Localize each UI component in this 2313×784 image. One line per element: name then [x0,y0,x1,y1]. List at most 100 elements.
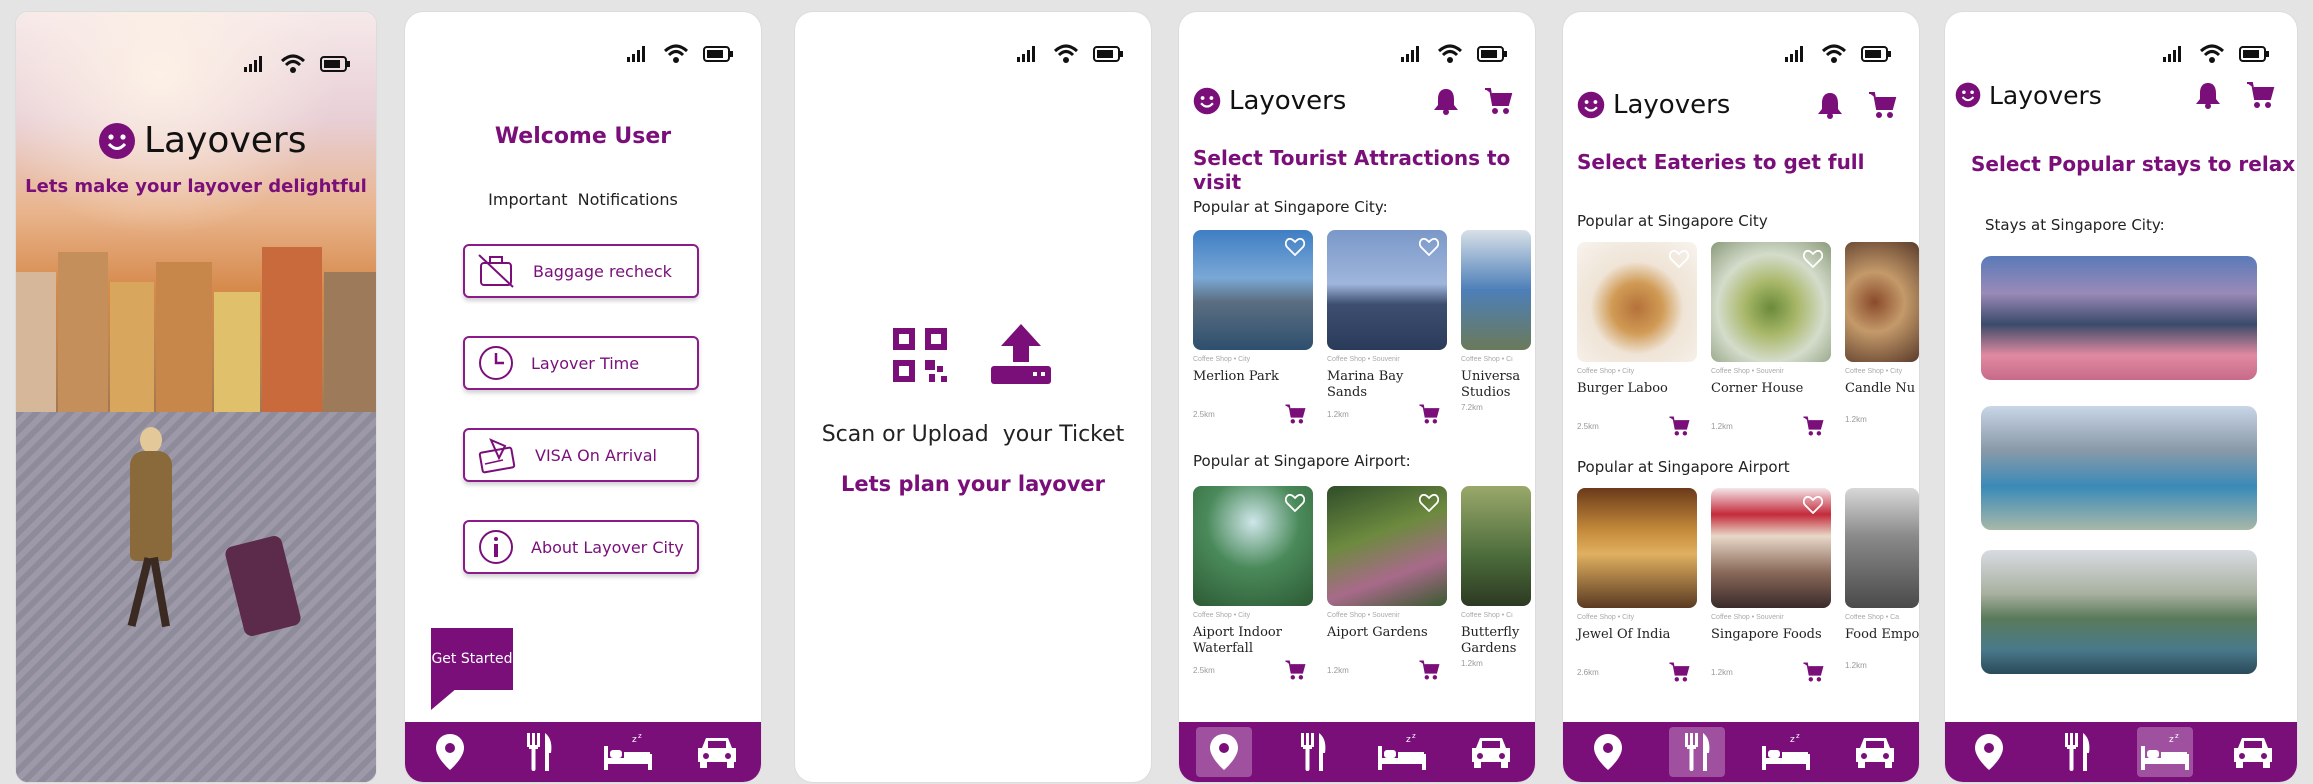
attraction-card[interactable]: Coffee Shop • City Aiport Indoor Waterfa… [1193,486,1313,681]
stay-card-infinity-pool[interactable] [1981,406,2257,530]
nav-transport[interactable] [1847,727,1903,777]
card-distance: 2.5km [1193,409,1215,419]
card-distance: 2.6km [1577,667,1599,677]
nav-stays[interactable]: zz [1758,727,1814,777]
fork-knife-icon [526,733,551,771]
battery-icon [1477,46,1507,62]
qr-scan-button[interactable] [891,326,951,391]
merlion-park-image [1193,230,1313,350]
plan-layover-cta[interactable]: Lets plan your layover [795,472,1151,496]
bell-icon[interactable] [1815,90,1845,120]
bell-icon[interactable] [1431,86,1461,116]
eatery-card[interactable]: Coffee Shop • City Burger Laboo 2.5km [1577,242,1697,437]
nav-eateries[interactable] [1668,727,1725,777]
card-distance: 1.2km [1845,661,1867,670]
app-name: Layovers [1229,86,1347,116]
add-to-cart-icon[interactable] [1283,659,1307,681]
heart-icon[interactable] [1803,496,1823,514]
nav-attractions[interactable] [1195,727,1252,777]
fork-knife-icon [2065,733,2090,771]
bell-icon[interactable] [2193,80,2223,110]
car-icon [2234,738,2272,768]
signal-icon [1785,46,1803,62]
card-meta: Coffee Shop • City [1193,356,1251,363]
svg-text:z: z [1790,735,1795,745]
section-city-heading: Stays at Singapore City: [1985,216,2165,234]
city-eateries-row: Coffee Shop • City Burger Laboo 2.5km Co… [1577,242,1919,437]
attraction-card[interactable]: Coffee Shop • Ci Universa Studios 7.2km [1461,230,1531,425]
bed-icon: zz [603,732,652,770]
nav-eateries[interactable] [2049,727,2105,777]
nav-transport[interactable] [689,727,745,777]
eatery-card[interactable]: Coffee Shop • City Candle Nu 1.2km [1845,242,1919,437]
heart-icon[interactable] [1669,250,1689,268]
add-to-cart-icon[interactable] [1417,403,1441,425]
cart-icon[interactable] [1483,86,1513,116]
card-meta: Coffee Shop • City [1577,368,1635,375]
card-title: Merlion Park [1193,369,1279,384]
add-to-cart-icon[interactable] [1417,659,1441,681]
attraction-card[interactable]: Coffee Shop • Souvenir Aiport Gardens 1.… [1327,486,1447,681]
add-to-cart-icon[interactable] [1667,415,1691,437]
nav-attractions[interactable] [1580,727,1636,777]
burger-image [1577,242,1697,362]
signal-icon [244,56,262,72]
header-actions [1431,86,1513,116]
visa-on-arrival-button[interactable]: VISA On Arrival [463,428,699,482]
heart-icon[interactable] [1285,494,1305,512]
svg-text:z: z [2169,735,2174,745]
attraction-card[interactable]: Coffee Shop • Souvenir Marina Bay Sands … [1327,230,1447,425]
nav-attractions[interactable] [422,727,478,777]
get-started-button[interactable]: Get Started [431,628,513,690]
add-to-cart-icon[interactable] [1283,403,1307,425]
status-bar [2163,44,2269,64]
attraction-card[interactable]: Coffee Shop • Ci Butterfly Gardens 1.2km [1461,486,1531,681]
layover-time-button[interactable]: Layover Time [463,336,699,390]
heart-icon[interactable] [1285,238,1305,256]
card-title: Marina Bay Sands [1327,369,1404,400]
attractions-screen: Layovers Select Tourist Attractions to v… [1179,12,1535,782]
visa-icon [478,438,516,474]
location-pin-icon [1209,734,1238,770]
heart-icon[interactable] [1803,250,1823,268]
smiley-logo-icon [1955,82,1981,108]
heart-icon[interactable] [1419,494,1439,512]
nav-stays[interactable]: zz [600,727,656,777]
cart-icon[interactable] [1867,90,1897,120]
eatery-card[interactable]: Coffee Shop • Souvenir Corner House 1.2k… [1711,242,1831,437]
cart-icon[interactable] [2245,80,2275,110]
bottom-nav: zz [1179,722,1535,782]
card-title: Candle Nu [1845,381,1916,396]
clock-icon [479,346,513,380]
nav-transport[interactable] [1463,727,1519,777]
nav-attractions[interactable] [1961,727,2017,777]
nav-transport[interactable] [2225,727,2281,777]
nav-eateries[interactable] [1285,727,1341,777]
svg-text:z: z [1796,732,1800,740]
add-to-cart-icon[interactable] [1667,661,1691,683]
svg-text:z: z [638,732,642,740]
upload-button[interactable] [989,322,1053,391]
app-header: Layovers [1577,90,1897,120]
attraction-card[interactable]: Coffee Shop • City Merlion Park 2.5km [1193,230,1313,425]
add-to-cart-icon[interactable] [1801,661,1825,683]
page-title: Select Tourist Attractions to visit [1193,146,1511,194]
eatery-card[interactable]: Coffee Shop • Souvenir Singapore Foods 1… [1711,488,1831,683]
eatery-card[interactable]: Coffee Shop • Ca Food Empo 1.2km [1845,488,1919,683]
eateries-screen: Layovers Select Eateries to get full Pop… [1563,12,1919,782]
airport-attractions-row: Coffee Shop • City Aiport Indoor Waterfa… [1193,486,1531,681]
svg-text:z: z [632,735,637,745]
card-meta: Coffee Shop • Souvenir [1711,614,1784,621]
nav-eateries[interactable] [511,727,567,777]
baggage-recheck-button[interactable]: Baggage recheck [463,244,699,298]
eatery-card[interactable]: Coffee Shop • City Jewel Of India 2.6km [1577,488,1697,683]
heart-icon[interactable] [1419,238,1439,256]
add-to-cart-icon[interactable] [1801,415,1825,437]
stay-card-rooftop-pool[interactable] [1981,550,2257,674]
about-layover-city-button[interactable]: About Layover City [463,520,699,574]
stay-card-marina-bay[interactable] [1981,256,2257,380]
card-distance: 2.5km [1577,421,1599,431]
baggage-recheck-label: Baggage recheck [533,261,672,281]
nav-stays[interactable]: zz [2137,727,2193,777]
nav-stays[interactable]: zz [1374,727,1430,777]
